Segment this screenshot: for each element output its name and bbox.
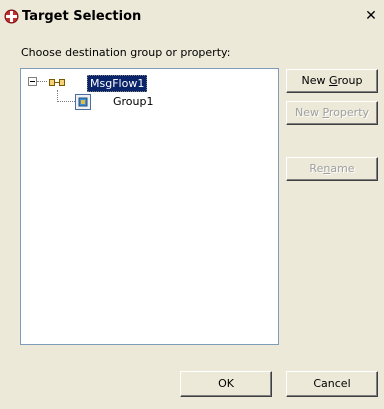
title-bar: Target Selection ✕ <box>0 0 384 30</box>
close-icon[interactable]: ✕ <box>364 9 378 23</box>
tree-view[interactable]: MsgFlow1 Group1 <box>20 68 279 345</box>
target-icon <box>4 9 19 24</box>
tree-node-label[interactable]: Group1 <box>113 94 154 109</box>
ok-button[interactable]: OK <box>180 371 272 397</box>
rename-button[interactable]: Rename <box>286 157 378 181</box>
new-group-button[interactable]: New Group <box>286 69 378 93</box>
window-title: Target Selection <box>22 9 142 24</box>
group-icon <box>75 94 91 110</box>
tree-connector <box>57 101 75 102</box>
tree-connector <box>37 81 47 82</box>
cancel-button[interactable]: Cancel <box>286 371 378 397</box>
new-property-button[interactable]: New Property <box>286 101 378 125</box>
prompt-label: Choose destination group or property: <box>21 46 231 59</box>
collapse-toggle-icon[interactable] <box>28 77 37 86</box>
tree-node-label[interactable]: MsgFlow1 <box>87 75 148 92</box>
message-flow-icon <box>49 79 65 86</box>
